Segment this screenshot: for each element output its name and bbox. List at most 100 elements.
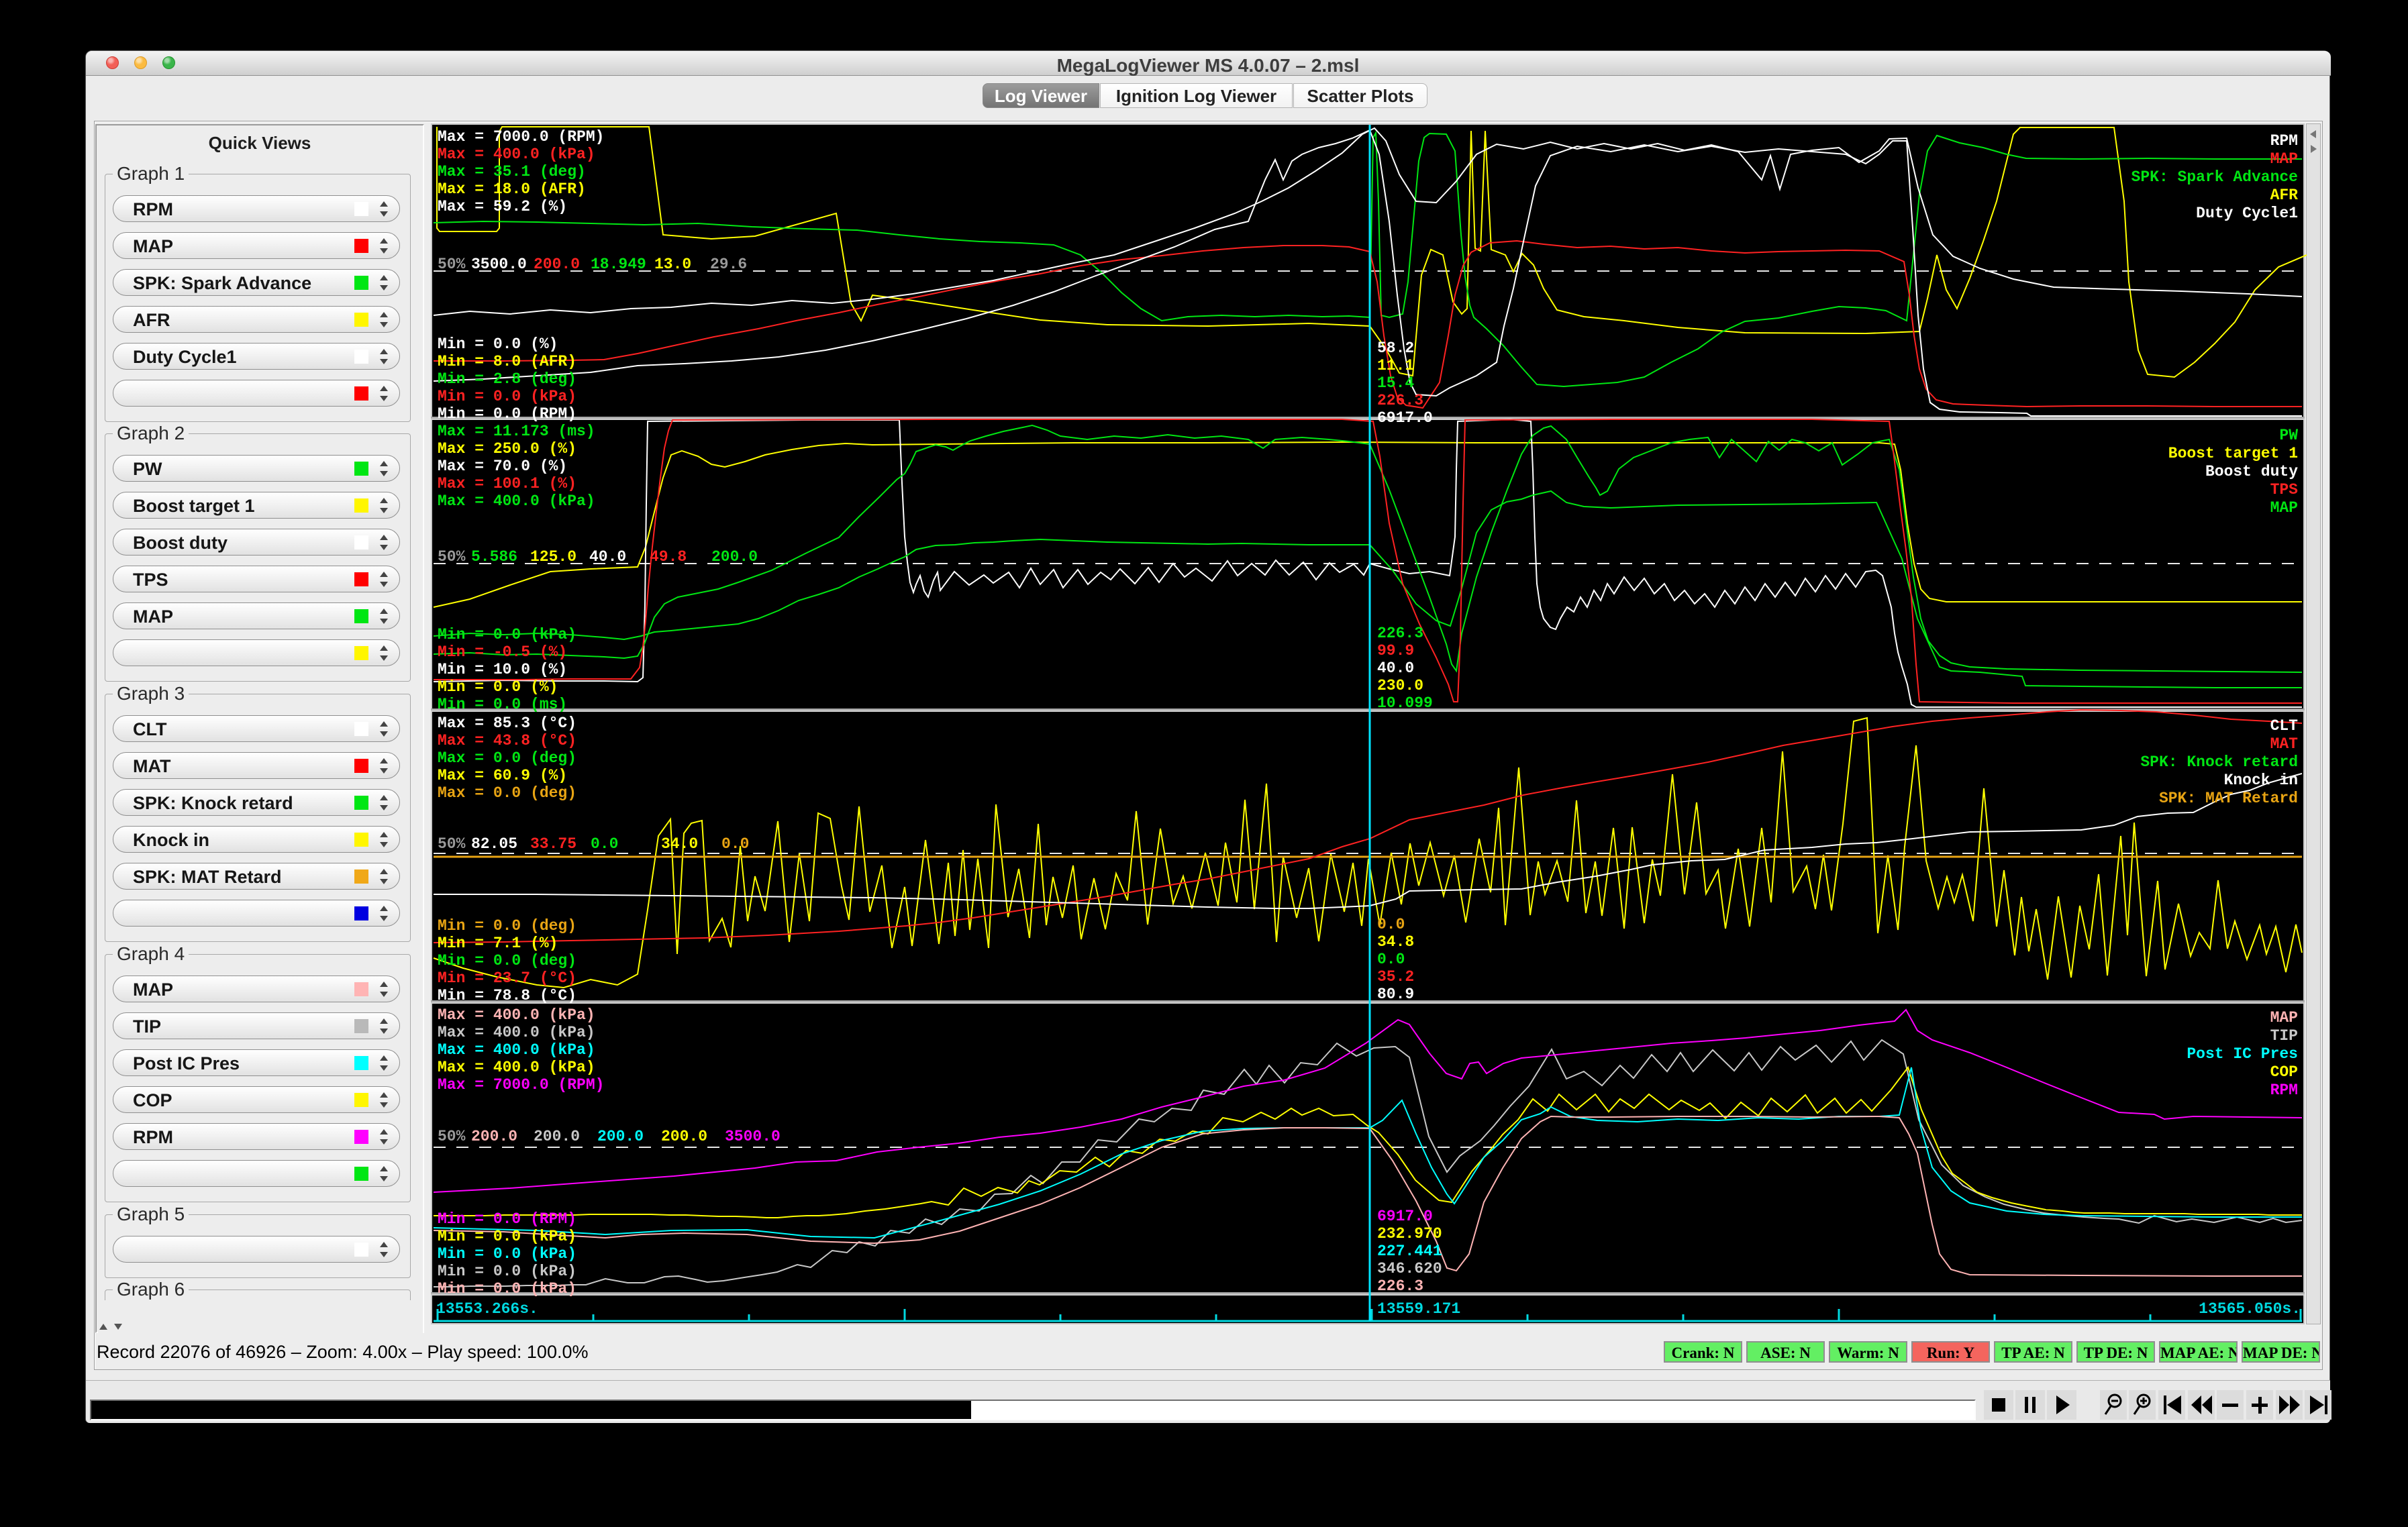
svg-text:99.9: 99.9	[1377, 642, 1414, 660]
svg-text:Min = 8.0 (AFR): Min = 8.0 (AFR)	[438, 353, 576, 370]
svg-text:Min = 0.0 (deg): Min = 0.0 (deg)	[438, 952, 576, 969]
svg-text:5.586: 5.586	[471, 548, 517, 566]
svg-text:40.0: 40.0	[589, 548, 626, 566]
svg-text:Max = 400.0 (kPa): Max = 400.0 (kPa)	[438, 1024, 595, 1041]
svg-text:Max = 85.3 (°C): Max = 85.3 (°C)	[438, 715, 576, 732]
svg-text:13.0: 13.0	[654, 256, 691, 273]
svg-text:Max = 100.1 (%): Max = 100.1 (%)	[438, 475, 576, 492]
svg-text:226.3: 226.3	[1377, 1277, 1423, 1295]
svg-text:80.9: 80.9	[1377, 986, 1414, 1003]
svg-text:3500.0: 3500.0	[471, 256, 527, 273]
svg-text:40.0: 40.0	[1377, 660, 1414, 677]
svg-text:Max = 250.0 (%): Max = 250.0 (%)	[438, 440, 576, 458]
svg-text:200.0: 200.0	[597, 1128, 644, 1145]
svg-text:Min = 0.0 (RPM): Min = 0.0 (RPM)	[438, 405, 576, 423]
svg-text:33.75: 33.75	[530, 835, 576, 853]
svg-text:MAP: MAP	[2270, 150, 2298, 168]
svg-text:3500.0: 3500.0	[725, 1128, 781, 1145]
svg-text:Min = 0.0 (RPM): Min = 0.0 (RPM)	[438, 1210, 576, 1228]
svg-text:Min = 0.0 (%): Min = 0.0 (%)	[438, 335, 558, 353]
svg-text:Max = 7000.0 (RPM): Max = 7000.0 (RPM)	[438, 1076, 604, 1094]
svg-text:Min = 0.0 (kPa): Min = 0.0 (kPa)	[438, 1228, 576, 1245]
svg-text:Post IC Pres: Post IC Pres	[2187, 1045, 2298, 1063]
svg-text:Max = 35.1 (deg): Max = 35.1 (deg)	[438, 163, 586, 180]
svg-text:0.0: 0.0	[1377, 916, 1405, 933]
svg-text:Min = 23.7 (°C): Min = 23.7 (°C)	[438, 969, 576, 987]
svg-text:50%: 50%	[438, 835, 466, 853]
svg-text:34.8: 34.8	[1377, 933, 1414, 951]
svg-text:PW: PW	[2279, 427, 2298, 444]
svg-text:Max = 60.9 (%): Max = 60.9 (%)	[438, 767, 567, 784]
svg-text:200.0: 200.0	[711, 548, 758, 566]
svg-text:226.3: 226.3	[1377, 625, 1423, 642]
svg-text:6917.0: 6917.0	[1377, 409, 1433, 427]
svg-text:0.0: 0.0	[591, 835, 618, 853]
svg-text:Max = 11.173 (ms): Max = 11.173 (ms)	[438, 423, 595, 440]
svg-text:RPM: RPM	[2270, 1082, 2298, 1099]
svg-text:Knock in: Knock in	[2224, 772, 2298, 789]
svg-text:Min = 0.0 (kPa): Min = 0.0 (kPa)	[438, 1263, 576, 1280]
svg-text:Max = 18.0 (AFR): Max = 18.0 (AFR)	[438, 180, 586, 198]
svg-text:Min = 78.8 (°C): Min = 78.8 (°C)	[438, 987, 576, 1004]
svg-text:MAP: MAP	[2270, 1009, 2298, 1026]
svg-text:Min = 0.0 (kPa): Min = 0.0 (kPa)	[438, 1280, 576, 1298]
svg-text:34.0: 34.0	[661, 835, 698, 853]
svg-text:18.949: 18.949	[591, 256, 646, 273]
svg-text:346.620: 346.620	[1377, 1260, 1442, 1277]
svg-text:Max = 400.0 (kPa): Max = 400.0 (kPa)	[438, 1041, 595, 1059]
svg-text:50%: 50%	[438, 256, 466, 273]
svg-text:Min = 0.0 (kPa): Min = 0.0 (kPa)	[438, 1245, 576, 1263]
svg-text:50%: 50%	[438, 1128, 466, 1145]
svg-text:226.3: 226.3	[1377, 392, 1423, 409]
svg-text:200.0: 200.0	[471, 1128, 517, 1145]
svg-text:MAT: MAT	[2270, 735, 2299, 753]
svg-text:Max = 0.0 (deg): Max = 0.0 (deg)	[438, 749, 576, 767]
svg-text:125.0: 125.0	[530, 548, 576, 566]
svg-text:58.2: 58.2	[1377, 339, 1414, 357]
svg-text:82.05: 82.05	[471, 835, 517, 853]
svg-text:Min = 0.0 (deg): Min = 0.0 (deg)	[438, 917, 576, 935]
svg-text:232.970: 232.970	[1377, 1225, 1442, 1243]
svg-text:Max = 0.0 (deg): Max = 0.0 (deg)	[438, 784, 576, 802]
svg-text:50%: 50%	[438, 548, 466, 566]
svg-text:Min = 0.0 (kPa): Min = 0.0 (kPa)	[438, 626, 576, 643]
svg-text:Max = 400.0 (kPa): Max = 400.0 (kPa)	[438, 1059, 595, 1076]
svg-text:Max = 400.0 (kPa): Max = 400.0 (kPa)	[438, 146, 595, 163]
svg-text:COP: COP	[2270, 1063, 2298, 1081]
svg-text:230.0: 230.0	[1377, 677, 1423, 694]
svg-text:Max = 43.8 (°C): Max = 43.8 (°C)	[438, 732, 576, 749]
svg-text:Max = 7000.0 (RPM): Max = 7000.0 (RPM)	[438, 128, 604, 146]
svg-text:SPK: MAT Retard: SPK: MAT Retard	[2159, 790, 2298, 807]
svg-text:Max = 59.2 (%): Max = 59.2 (%)	[438, 198, 567, 215]
svg-text:6917.0: 6917.0	[1377, 1208, 1433, 1225]
svg-text:Max = 400.0 (kPa): Max = 400.0 (kPa)	[438, 1006, 595, 1024]
svg-text:200.0: 200.0	[534, 256, 580, 273]
svg-text:Boost duty: Boost duty	[2205, 463, 2298, 480]
svg-text:TPS: TPS	[2270, 481, 2299, 498]
svg-text:Min = 2.8 (deg): Min = 2.8 (deg)	[438, 370, 576, 388]
svg-text:SPK: Knock retard: SPK: Knock retard	[2140, 753, 2298, 771]
svg-text:SPK: Spark Advance: SPK: Spark Advance	[2131, 168, 2298, 186]
svg-text:Max = 400.0 (kPa): Max = 400.0 (kPa)	[438, 492, 595, 510]
svg-text:227.441: 227.441	[1377, 1243, 1442, 1260]
svg-text:Min = 0.0 (%): Min = 0.0 (%)	[438, 678, 558, 696]
svg-text:29.6: 29.6	[710, 256, 747, 273]
svg-text:13559.171: 13559.171	[1377, 1300, 1460, 1318]
svg-text:AFR: AFR	[2270, 187, 2299, 204]
svg-text:Min = 0.0 (kPa): Min = 0.0 (kPa)	[438, 388, 576, 405]
svg-text:MAP: MAP	[2270, 499, 2298, 517]
svg-text:13565.050s.: 13565.050s.	[2199, 1300, 2301, 1318]
svg-text:RPM: RPM	[2270, 132, 2298, 150]
svg-text:11.1: 11.1	[1377, 357, 1414, 374]
svg-text:49.8: 49.8	[650, 548, 687, 566]
svg-text:Min = -0.5 (%): Min = -0.5 (%)	[438, 643, 567, 661]
svg-text:CLT: CLT	[2270, 717, 2299, 735]
svg-text:TIP: TIP	[2270, 1027, 2298, 1045]
svg-text:Max = 70.0 (%): Max = 70.0 (%)	[438, 458, 567, 475]
svg-text:35.2: 35.2	[1377, 968, 1414, 986]
svg-text:0.0: 0.0	[1377, 951, 1405, 968]
svg-text:Min = 0.0 (ms): Min = 0.0 (ms)	[438, 696, 567, 713]
svg-text:13553.266s.: 13553.266s.	[436, 1300, 538, 1318]
svg-text:10.099: 10.099	[1377, 694, 1433, 712]
svg-text:Duty Cycle1: Duty Cycle1	[2196, 205, 2298, 222]
